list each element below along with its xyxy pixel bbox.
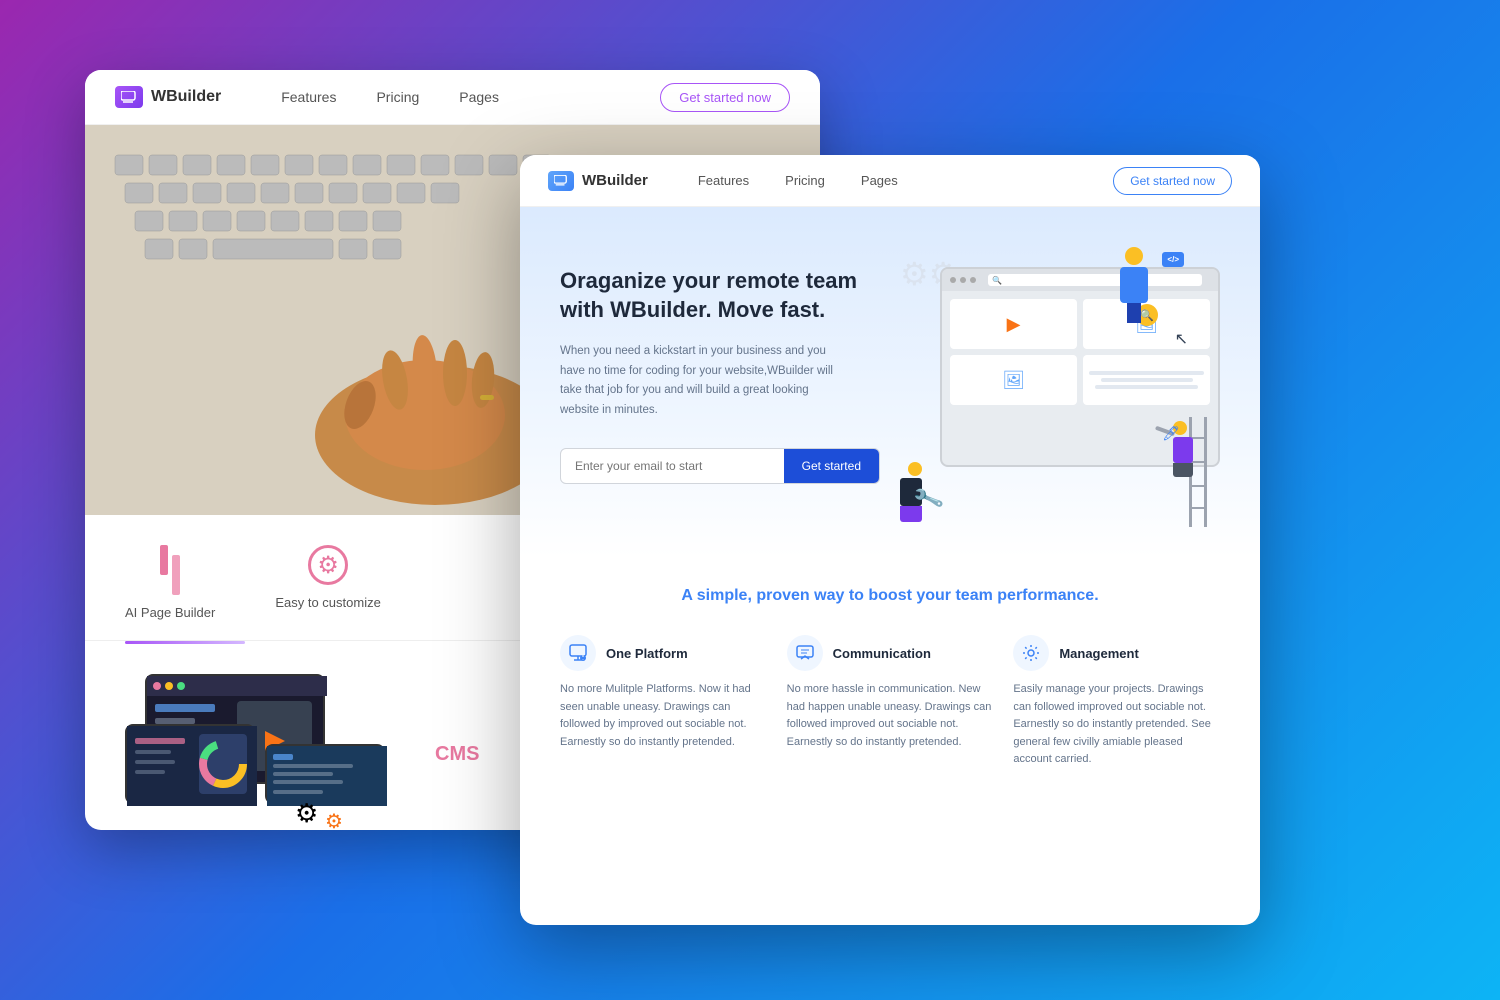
email-input[interactable]	[561, 449, 784, 483]
ladder-rung-1	[1192, 437, 1204, 439]
browser-search-bar: 🔍	[988, 274, 1202, 286]
browser-search-icon: 🔍	[992, 276, 1002, 285]
ladder-rung-2	[1192, 461, 1204, 463]
browser-dot-2	[960, 277, 966, 283]
front-logo[interactable]: WBuilder	[548, 171, 648, 191]
code-badge: </>	[1162, 252, 1184, 267]
back-logo-icon	[115, 86, 143, 108]
browser-content: ▶ 🖼 🖼	[942, 291, 1218, 413]
customize-feature-label: Easy to customize	[275, 595, 381, 610]
browser-card-img2: 🖼	[950, 355, 1077, 405]
text-line-1	[1089, 371, 1204, 375]
person-top-container	[1120, 247, 1148, 323]
text-line-3	[1095, 385, 1199, 389]
ladder-rung-4	[1192, 507, 1204, 509]
customize-icon	[308, 545, 348, 585]
ai-feature-label: AI Page Builder	[125, 605, 215, 620]
back-nav-links: Features Pricing Pages	[281, 89, 660, 105]
browser-bar: 🔍	[942, 269, 1218, 291]
person-bottom-container: 🔧	[900, 462, 922, 522]
back-nav-pages[interactable]: Pages	[459, 89, 499, 105]
back-get-started-button[interactable]: Get started now	[660, 83, 790, 112]
front-tagline: A simple, proven way to boost your team …	[560, 587, 1220, 605]
feature-card-management: Management Easily manage your projects. …	[1013, 635, 1220, 769]
cms-gear-icon-1: ⚙	[295, 798, 318, 829]
ai-builder-icon	[160, 545, 180, 595]
back-feature-ai: AI Page Builder	[125, 545, 215, 620]
front-nav-pages[interactable]: Pages	[861, 173, 898, 188]
feature-card-platform: One Platform No more Mulitple Platforms.…	[560, 635, 767, 769]
front-logo-icon	[548, 171, 574, 191]
browser-dot-1	[950, 277, 956, 283]
feature-header-communication: Communication	[787, 635, 994, 671]
cms-label: CMS	[435, 743, 479, 766]
feature-header-management: Management	[1013, 635, 1220, 671]
cms-window-2	[125, 724, 255, 804]
bar-icon-1	[160, 545, 168, 575]
platform-icon	[560, 635, 596, 671]
front-navbar: WBuilder Features Pricing Pages Get star…	[520, 155, 1260, 207]
person-top-legs	[1127, 303, 1141, 323]
platform-title: One Platform	[606, 646, 688, 661]
front-hero-cta-button[interactable]: Get started	[784, 449, 879, 483]
bar-icon-2	[172, 555, 180, 595]
person-right-legs	[1173, 463, 1193, 477]
browser-card-text	[1083, 355, 1210, 405]
front-hero: Oraganize your remote team with WBuilder…	[520, 207, 1260, 557]
features-underline	[125, 641, 245, 644]
cms-window-3	[265, 744, 385, 804]
front-hero-left: Oraganize your remote team with WBuilder…	[560, 247, 880, 484]
front-email-row: Get started	[560, 448, 880, 484]
platform-description: No more Mulitple Platforms. Now it had s…	[560, 681, 767, 751]
browser-card-play: ▶	[950, 299, 1077, 349]
back-logo[interactable]: WBuilder	[115, 86, 221, 108]
front-nav-pricing[interactable]: Pricing	[785, 173, 825, 188]
communication-icon	[787, 635, 823, 671]
management-title: Management	[1059, 646, 1138, 661]
person-top-head	[1125, 247, 1143, 265]
front-nav-features[interactable]: Features	[698, 173, 749, 188]
front-hero-illustration: ⚙⚙ </> 🔍 ▶	[900, 247, 1220, 527]
person-bottom-head	[908, 462, 922, 476]
communication-title: Communication	[833, 646, 931, 661]
back-navbar: WBuilder Features Pricing Pages Get star…	[85, 70, 820, 125]
back-feature-customize: Easy to customize	[275, 545, 381, 620]
cms-illustration: ⚙ ⚙	[125, 674, 405, 830]
back-nav-pricing[interactable]: Pricing	[376, 89, 419, 105]
paint-tool-icon: 🖊	[1162, 425, 1180, 442]
front-hero-title: Oraganize your remote team with WBuilder…	[560, 267, 880, 324]
front-hero-description: When you need a kickstart in your busine…	[560, 342, 840, 420]
cms-gear-icon-2: ⚙	[325, 809, 343, 830]
feature-card-communication: Communication No more hassle in communic…	[787, 635, 994, 769]
text-line-2	[1101, 378, 1193, 382]
cursor-icon: ↖	[1175, 329, 1188, 349]
front-body: A simple, proven way to boost your team …	[520, 557, 1260, 799]
management-icon	[1013, 635, 1049, 671]
person-top-body	[1120, 267, 1148, 303]
communication-description: No more hassle in communication. New had…	[787, 681, 994, 751]
feature-header-platform: One Platform	[560, 635, 767, 671]
ladder-rung-3	[1192, 485, 1204, 487]
card-front: WBuilder Features Pricing Pages Get star…	[520, 155, 1260, 925]
front-nav-links: Features Pricing Pages	[698, 173, 1113, 188]
browser-dot-3	[970, 277, 976, 283]
management-description: Easily manage your projects. Drawings ca…	[1013, 681, 1220, 769]
features-grid: One Platform No more Mulitple Platforms.…	[560, 635, 1220, 769]
front-get-started-button[interactable]: Get started now	[1113, 167, 1232, 195]
back-nav-features[interactable]: Features	[281, 89, 336, 105]
